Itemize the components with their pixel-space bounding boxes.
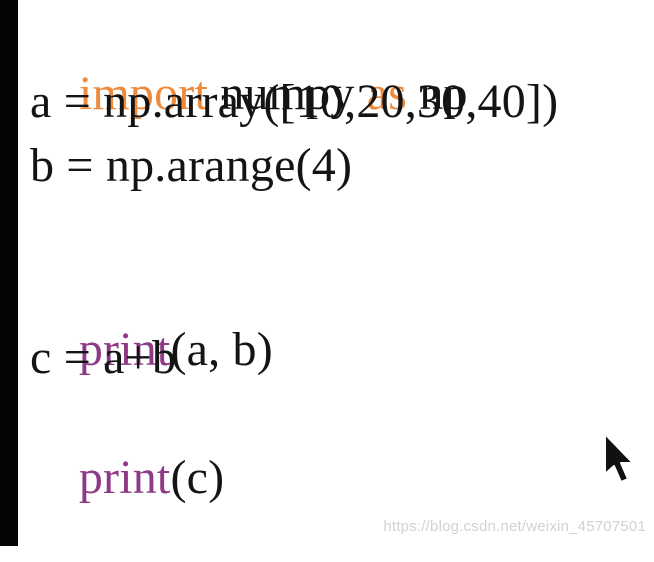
code-line-print-c: print(c)	[30, 394, 224, 562]
watermark-text: https://blog.csdn.net/weixin_45707501	[383, 518, 646, 535]
left-edge-bar	[0, 0, 18, 546]
mouse-pointer-icon	[604, 433, 634, 483]
print-args: (c)	[170, 451, 225, 504]
print-keyword: print	[78, 451, 171, 504]
print-args: (a, b)	[170, 323, 273, 376]
code-line-sum-c: c = a+b	[30, 331, 177, 384]
code-line-array-a: a = np.array([10,20,30,40])	[30, 75, 559, 128]
code-line-arange-b: b = np.arange(4)	[30, 139, 353, 192]
code-editor[interactable]: import numpy as np a = np.array([10,20,3…	[18, 0, 654, 546]
